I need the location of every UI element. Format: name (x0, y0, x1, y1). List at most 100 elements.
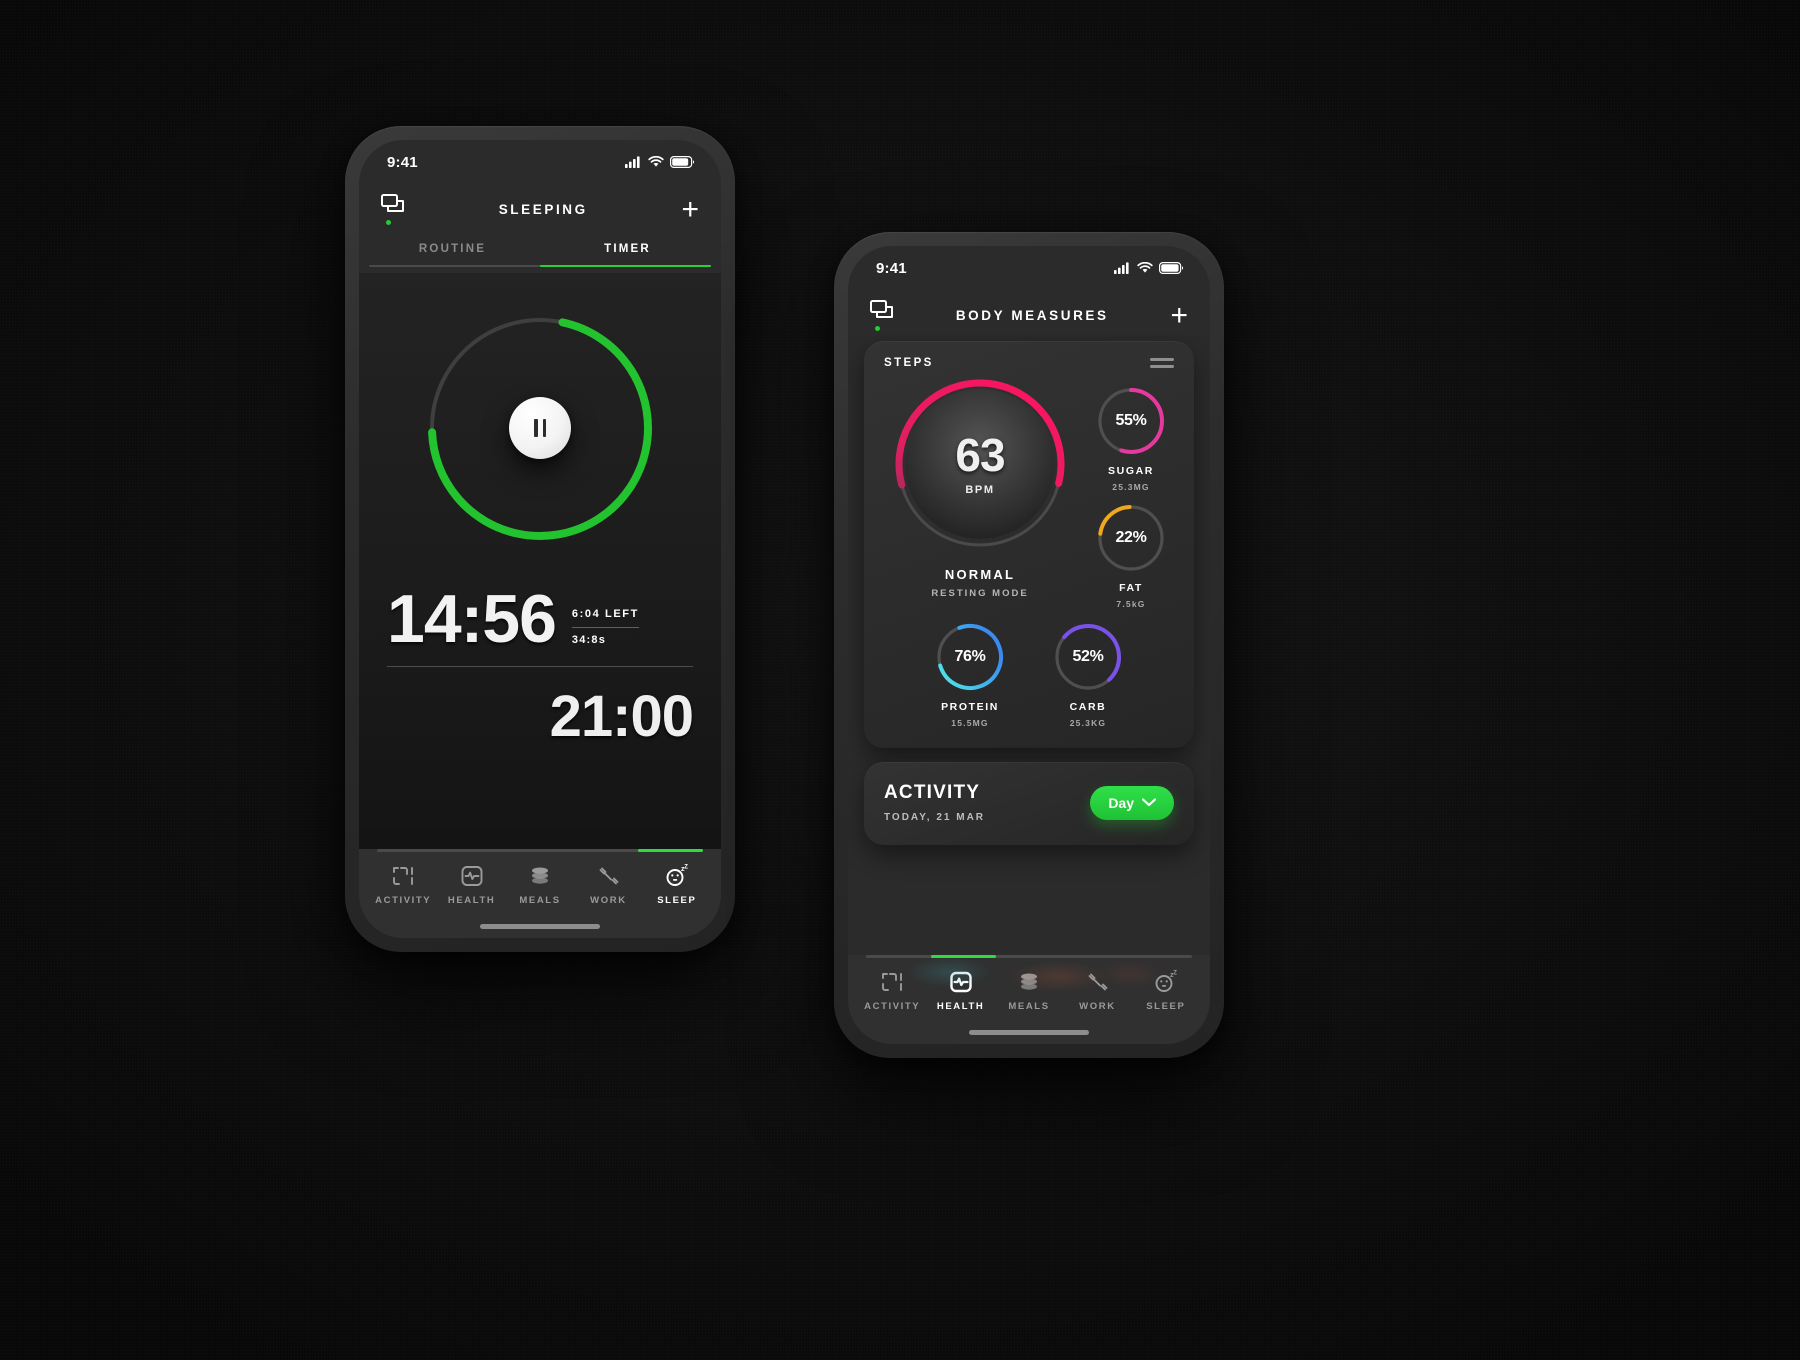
tabbar-item-work-2[interactable]: WORK (1063, 970, 1131, 1012)
indicator-sleep-2 (1127, 955, 1192, 958)
menu-line-1 (1150, 358, 1174, 361)
tabbar-item-meals[interactable]: MEALS (506, 864, 574, 906)
indicator-activity-2 (866, 955, 931, 958)
side-metrics: 55% SUGAR 25.3MG 22% FAT 7.5kG (1084, 375, 1178, 609)
message-icon (381, 194, 404, 212)
wifi-icon (1137, 262, 1153, 273)
pause-icon-bar-right (542, 419, 546, 437)
status-bar: 9:41 (359, 140, 721, 184)
metric-sugar[interactable]: 55% SUGAR 25.3MG (1095, 385, 1167, 492)
tabbar-label-work: WORK (590, 895, 627, 906)
home-indicator-2[interactable] (969, 1030, 1089, 1035)
messages-button-2[interactable] (870, 300, 894, 331)
page-title: SLEEPING (498, 202, 588, 217)
status-time: 9:41 (387, 153, 418, 171)
range-selector-button[interactable]: Day (1090, 785, 1174, 820)
indicator-health (442, 849, 507, 852)
total-time-label: 34:8s (571, 633, 607, 646)
elapsed-time: 14:56 (387, 581, 557, 657)
sleep-icon: z Z (666, 864, 688, 886)
status-indicator-dot-2 (875, 326, 880, 331)
tabbar-item-health[interactable]: HEALTH (437, 864, 505, 906)
menu-line-2 (1150, 365, 1174, 368)
pause-button[interactable] (509, 397, 571, 459)
sub-divider (571, 626, 639, 628)
svg-text:Z: Z (1173, 971, 1177, 977)
sleep-icon: z Z (1155, 970, 1177, 992)
battery-icon (1159, 262, 1184, 274)
screen-sleeping: 9:41 SLEEPING + ROUTINE TIMER 14:56 6:04… (359, 140, 721, 938)
metric-protein-value: 15.5MG (951, 718, 989, 728)
metric-fat[interactable]: 22% FAT 7.5kG (1095, 502, 1167, 609)
tabbar-item-activity[interactable]: ACTIVITY (369, 864, 437, 906)
steps-card: STEPS 63 BPM NORMAL RESTING MODE 55% SUG… (864, 341, 1194, 748)
timer-sub-info: 6:04 LEFT 34:8s (571, 607, 639, 652)
tabbar-label-health: HEALTH (447, 895, 496, 906)
steps-card-body: 63 BPM NORMAL RESTING MODE 55% SUGAR 25.… (864, 369, 1194, 627)
segment-tabs: ROUTINE TIMER (359, 235, 721, 265)
tabbar-item-sleep[interactable]: z Z SLEEP (643, 864, 711, 906)
target-time: 21:00 (549, 683, 694, 749)
meals-icon (532, 867, 549, 884)
phone-body-measures: 9:41 BODY MEASURES + STEPS 63 BPM NORMAL… (834, 232, 1224, 1058)
tabbar-indicator (377, 849, 704, 852)
status-icons (625, 156, 695, 168)
chevron-down-icon (1142, 798, 1156, 807)
tabbar-label-sleep-2: SLEEP (1146, 1001, 1186, 1012)
health-icon (461, 866, 483, 886)
cellular-icon (625, 156, 640, 168)
nav-header-2: BODY MEASURES + (848, 290, 1210, 335)
timer-readout: 14:56 6:04 LEFT 34:8s (387, 581, 693, 657)
metric-sugar-name: SUGAR (1108, 465, 1154, 477)
message-icon (870, 300, 893, 318)
tab-routine[interactable]: ROUTINE (365, 235, 540, 265)
home-indicator[interactable] (480, 924, 600, 929)
metric-fat-ring: 22% (1095, 502, 1167, 574)
cellular-icon (1114, 262, 1129, 274)
add-button[interactable]: + (681, 194, 699, 225)
activity-card-subtitle: TODAY, 21 MAR (884, 812, 986, 823)
metric-carb[interactable]: 52% CARB 25.3KG (1052, 621, 1124, 728)
status-icons-2 (1114, 262, 1184, 274)
status-indicator-dot (386, 220, 391, 225)
steps-card-header: STEPS (864, 341, 1194, 369)
metric-protein[interactable]: 76% PROTEIN 15.5MG (934, 621, 1006, 728)
add-button-2[interactable]: + (1170, 300, 1188, 331)
heart-rate-value: 63 (955, 429, 1005, 481)
tabbar-item-sleep-2[interactable]: z Z SLEEP (1132, 970, 1200, 1012)
tabbar-item-meals-2[interactable]: MEALS (995, 970, 1063, 1012)
metric-protein-ring: 76% (934, 621, 1006, 693)
work-icon (599, 867, 619, 885)
tab-underline (369, 265, 711, 267)
tabbar-item-health-2[interactable]: HEALTH (926, 970, 994, 1012)
heart-rate-state: NORMAL (944, 567, 1016, 582)
content-area: STEPS 63 BPM NORMAL RESTING MODE 55% SUG… (848, 335, 1210, 955)
heart-rate-mode: RESTING MODE (931, 588, 1029, 599)
activity-card-title: ACTIVITY (884, 782, 981, 803)
tab-underline-routine (369, 265, 540, 267)
heart-rate-ring: 63 BPM (891, 375, 1069, 553)
tab-timer[interactable]: TIMER (540, 235, 715, 265)
indicator-activity (377, 849, 442, 852)
page-title-2: BODY MEASURES (955, 308, 1109, 323)
menu-icon[interactable] (1150, 358, 1174, 368)
tabbar-indicator-2 (866, 955, 1192, 958)
tabbar-label-activity-2: ACTIVITY (864, 1001, 921, 1012)
metric-carb-percent: 52% (1072, 648, 1104, 665)
meals-icon (1021, 973, 1038, 990)
tabbar-item-work[interactable]: WORK (574, 864, 642, 906)
activity-card-text: ACTIVITY TODAY, 21 MAR (884, 782, 985, 823)
indicator-work (573, 849, 638, 852)
time-left-label: 6:04 LEFT (571, 607, 639, 620)
battery-icon (670, 156, 695, 168)
messages-button[interactable] (381, 194, 405, 225)
metric-fat-value: 7.5kG (1116, 599, 1146, 609)
phone-sleeping: 9:41 SLEEPING + ROUTINE TIMER 14:56 6:04… (345, 126, 735, 952)
metric-sugar-ring: 55% (1095, 385, 1167, 457)
section-divider (387, 665, 693, 667)
bottom-tabbar: ACTIVITY HEALTH MEALS WORK z Z SLEEP (359, 849, 721, 938)
wifi-icon (648, 156, 664, 167)
svg-text:Z: Z (684, 865, 688, 871)
tabbar-item-activity-2[interactable]: ACTIVITY (858, 970, 926, 1012)
bottom-metrics: 76% PROTEIN 15.5MG 52% CARB 25.3KG (864, 621, 1194, 748)
